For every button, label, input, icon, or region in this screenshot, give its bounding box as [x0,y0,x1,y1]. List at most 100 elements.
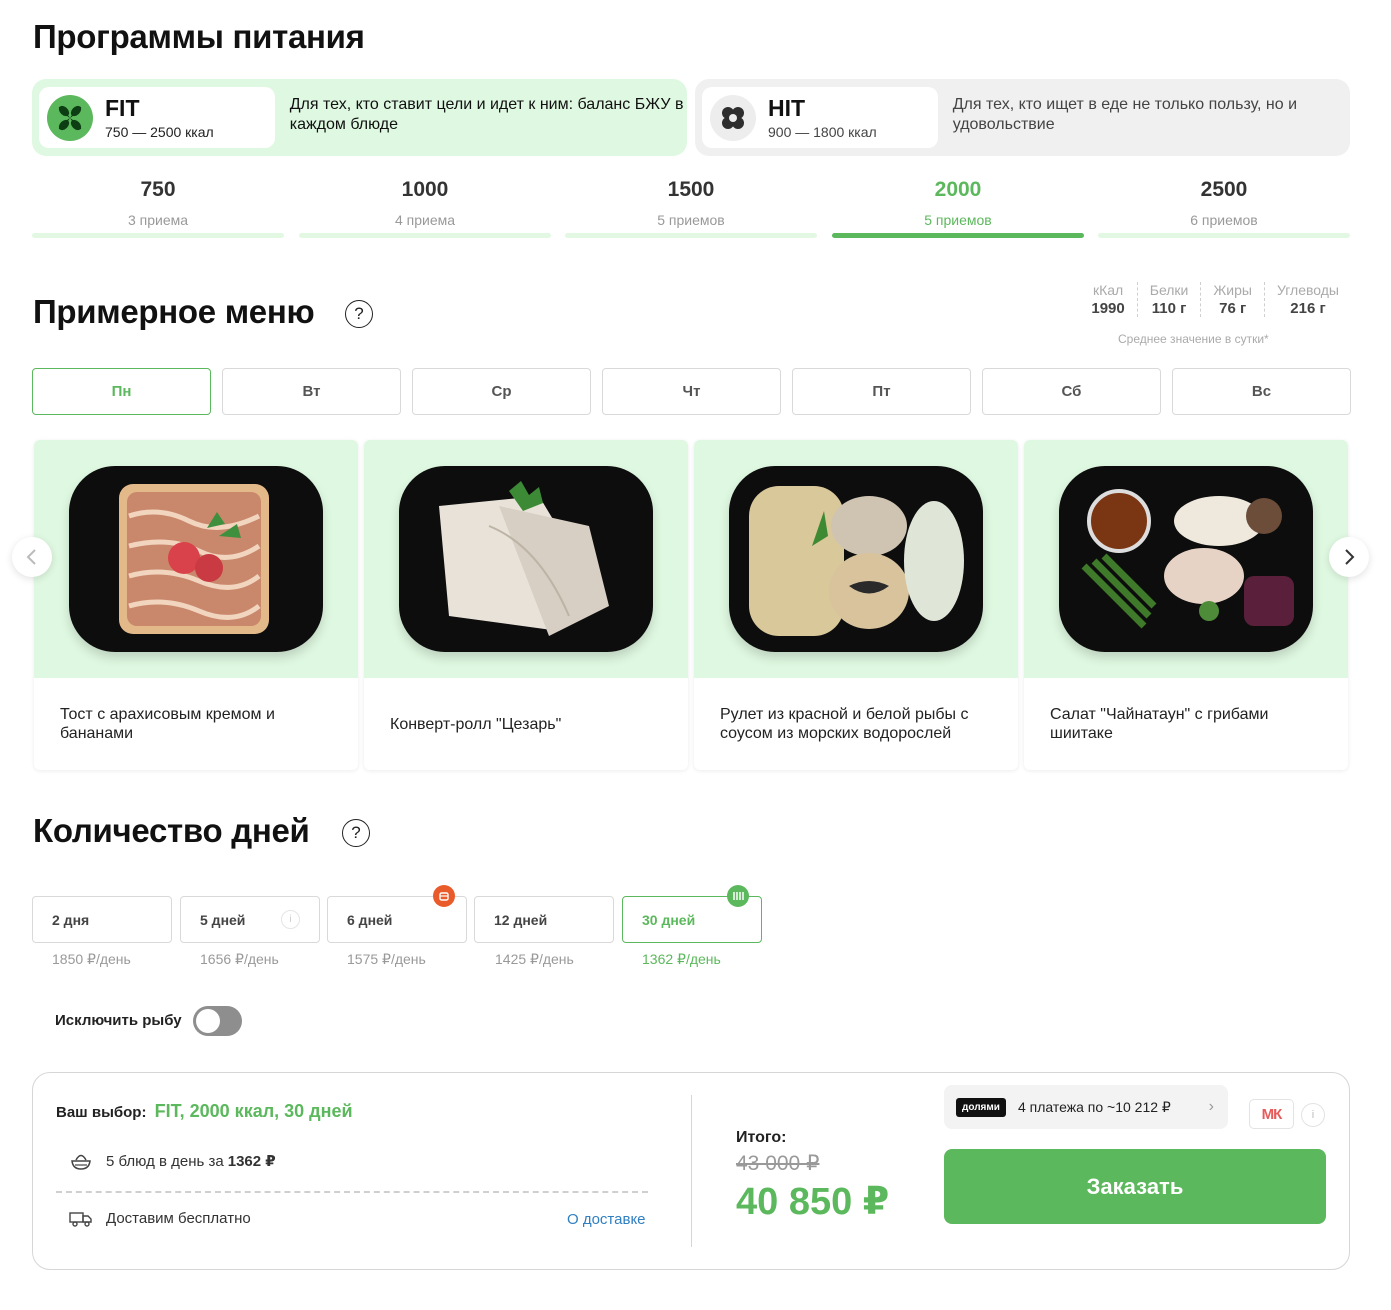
calorie-option-2000[interactable]: 2000 5 приемов [832,178,1084,238]
duration-option-2[interactable]: 2 дня [32,896,172,943]
dish-name: Тост с арахисовым кремом и бананами [60,706,275,742]
macro-value: 76 г [1219,300,1247,317]
dish-card[interactable]: Тост с арахисовым кремом и бананами [34,440,358,770]
calorie-value: 1500 [667,178,715,201]
program-name: HIT [768,94,806,121]
promo-badge-icon [433,885,455,907]
dish-card[interactable]: Салат "Чайнатаун" с грибами шиитаке [1024,440,1348,770]
program-description: Для тех, кто ставит цели и идет к ним: б… [289,96,684,133]
meals-text: 5 блюд в день за [106,1152,224,1170]
dish-image [1024,440,1348,678]
dish-image [694,440,1018,678]
macro-carbs: Углеводы 216 г [1263,282,1351,317]
menu-help-icon[interactable]: ? [345,300,373,328]
toggle-knob [196,1009,220,1033]
dish-tray [729,466,983,652]
macros-note: Среднее значение в сутки* [1118,332,1269,346]
dish-card[interactable]: Рулет из красной и белой рыбы с соусом и… [694,440,1018,770]
calorie-bar [299,233,551,238]
calorie-option-750[interactable]: 750 3 приема [32,178,284,238]
calorie-bar [1098,233,1350,238]
dish-name: Рулет из красной и белой рыбы с соусом и… [720,706,969,742]
calorie-meals: 6 приемов [1190,212,1258,228]
choice-row: Ваш выбор: FIT, 2000 ккал, 30 дней [56,1101,353,1122]
macro-kcal: кКал 1990 [1079,282,1136,317]
dish-name: Конверт-ролл "Цезарь" [390,715,562,733]
menu-title: Примерное меню [33,293,315,330]
exclude-fish-toggle[interactable] [193,1006,242,1036]
delivery-info-link[interactable]: О доставке [567,1211,646,1228]
order-button[interactable]: Заказать [944,1149,1326,1224]
dish-tray [69,466,323,652]
dish-card[interactable]: Конверт-ролл "Цезарь" [364,440,688,770]
info-icon[interactable]: i [281,910,300,929]
macro-label: Белки [1149,282,1189,298]
duration-price: 1425 ₽/день [495,951,574,967]
tab-friday[interactable]: Пт [792,368,971,415]
macro-value: 216 г [1290,300,1326,317]
calorie-option-2500[interactable]: 2500 6 приемов [1098,178,1350,238]
duration-option-12[interactable]: 12 дней [474,896,614,943]
macro-value: 1990 [1091,300,1125,317]
macro-fat: Жиры 76 г [1200,282,1264,317]
days-help-icon[interactable]: ? [342,819,370,847]
total-label: Итого: [736,1129,787,1146]
dish-image [34,440,358,678]
macro-label: кКал [1092,282,1124,298]
vertical-divider [691,1095,692,1247]
calorie-option-1500[interactable]: 1500 5 приемов [565,178,817,238]
dish-tray [1059,466,1313,652]
carousel-next-arrow-icon[interactable] [1329,537,1369,577]
calorie-value: 2000 [934,178,982,201]
program-name: FIT [105,94,140,121]
macro-label: Углеводы [1276,282,1339,298]
macros-summary: кКал 1990 Белки 110 г Жиры 76 г Углеводы… [1079,282,1351,317]
tab-wednesday[interactable]: Ср [412,368,591,415]
order-summary: Ваш выбор: FIT, 2000 ккал, 30 дней 5 блю… [32,1072,1350,1270]
info-icon[interactable]: i [1301,1103,1325,1127]
duration-option-5[interactable]: 5 дней i [180,896,320,943]
mk-logo[interactable]: МК [1249,1099,1294,1129]
calorie-meals: 3 приема [127,212,189,228]
program-fit[interactable]: FIT 750 — 2500 ккал Для тех, кто ставит … [32,79,687,156]
duration-price: 1656 ₽/день [200,951,279,967]
tab-monday[interactable]: Пн [32,368,211,415]
calorie-bar [832,233,1084,238]
calorie-value: 750 [140,178,176,201]
program-description: Для тех, кто ищет в еде не только пользу… [952,96,1298,133]
dolyami-logo: долями [956,1097,1006,1117]
total-price: 40 850 ₽ [736,1181,890,1223]
program-range: 900 — 1800 ккал [768,123,877,140]
divider [56,1191,648,1193]
weekday-tabs: Пн Вт Ср Чт Пт Сб Вс [32,368,1351,415]
calorie-meals: 4 приема [394,212,456,228]
program-fit-card: FIT 750 — 2500 ккал [39,87,275,148]
program-range: 750 — 2500 ккал [105,123,214,140]
calorie-bar [32,233,284,238]
macro-protein: Белки 110 г [1136,282,1201,317]
duration-price: 1850 ₽/день [52,951,131,967]
tab-sunday[interactable]: Вс [1172,368,1351,415]
dolyami-installments[interactable]: долями 4 платежа по ~10 212 ₽ › [944,1085,1228,1129]
calorie-meals: 5 приемов [924,212,992,228]
program-hit[interactable]: HIT 900 — 1800 ккал Для тех, кто ищет в … [695,79,1350,156]
carousel-prev-arrow-icon[interactable] [12,537,52,577]
meals-price: 1362 ₽ [227,1153,276,1170]
delivery-text: Доставим бесплатно [106,1210,251,1227]
choice-label: Ваш выбор: [56,1104,147,1121]
chevron-right-icon: › [1208,1098,1214,1115]
dish-image [364,440,688,678]
tab-saturday[interactable]: Сб [982,368,1161,415]
exclude-fish-label: Исключить рыбу [55,1012,182,1029]
calorie-option-1000[interactable]: 1000 4 приема [299,178,551,238]
old-price: 43 000 ₽ [736,1152,820,1175]
calorie-bar [565,233,817,238]
delivery-row: Доставим бесплатно [66,1210,251,1227]
calorie-value: 1000 [401,178,449,201]
choice-value: FIT, 2000 ккал, 30 дней [154,1101,353,1121]
dish-carousel: Тост с арахисовым кремом и бананами Конв… [34,440,1348,770]
dolyami-text: 4 платежа по ~10 212 ₽ [1017,1098,1171,1115]
tab-thursday[interactable]: Чт [602,368,781,415]
program-hit-card: HIT 900 — 1800 ккал [702,87,938,148]
tab-tuesday[interactable]: Вт [222,368,401,415]
